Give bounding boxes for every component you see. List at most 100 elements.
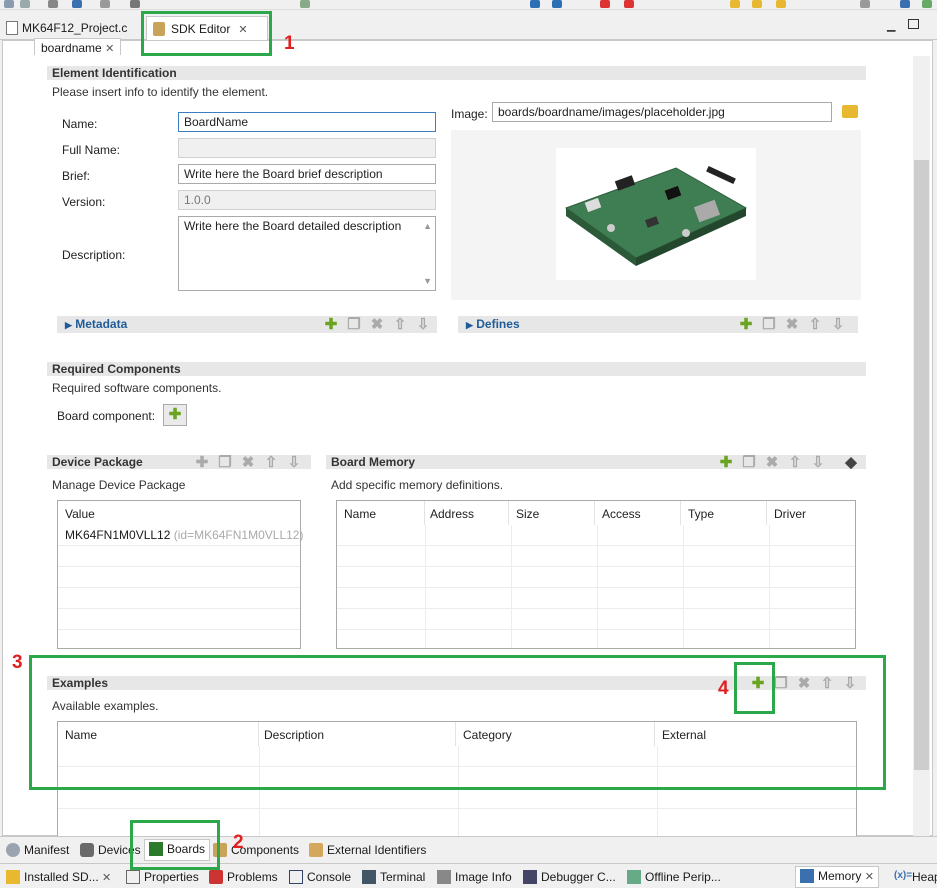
toolbar-icon[interactable] (530, 0, 540, 8)
toolbar-icon[interactable] (4, 0, 14, 8)
add-icon[interactable]: ✚ (738, 317, 754, 333)
add-icon[interactable]: ✚ (323, 317, 339, 333)
highlight-add-example-button (734, 662, 775, 714)
table-row (337, 545, 855, 566)
toolbar-icon[interactable] (130, 0, 140, 8)
move-down-icon[interactable]: ⇩ (286, 455, 302, 471)
tab-problems[interactable]: Problems (205, 868, 282, 887)
close-icon[interactable]: ✕ (105, 43, 114, 55)
scrollbar-thumb[interactable] (914, 160, 929, 770)
toolbar-icon[interactable] (72, 0, 82, 8)
copy-icon[interactable]: ❐ (346, 317, 362, 333)
board-image-area (451, 130, 861, 300)
tab-properties[interactable]: Properties (122, 868, 203, 887)
column-header-name[interactable]: Name (337, 501, 425, 525)
move-down-icon[interactable]: ⇩ (810, 455, 826, 471)
required-components-header: Required Components (47, 362, 866, 376)
close-icon[interactable]: ✕ (102, 872, 111, 884)
tab-terminal[interactable]: Terminal (358, 868, 429, 887)
memory-icon (800, 869, 814, 883)
tab-external-identifiers[interactable]: External Identifiers (305, 841, 430, 860)
delete-icon[interactable]: ✖ (764, 455, 780, 471)
toolbar-icon[interactable] (624, 0, 634, 8)
toolbar-icon[interactable] (20, 0, 30, 8)
tab-source-file[interactable]: MK64F12_Project.c (2, 16, 135, 40)
name-field[interactable]: BoardName (178, 112, 436, 132)
tab-installed-sdks[interactable]: Installed SD... ✕ (2, 868, 115, 887)
toolbar-icon[interactable] (300, 0, 310, 8)
move-up-icon[interactable]: ⇧ (263, 455, 279, 471)
tab-image-info[interactable]: Image Info (433, 868, 516, 887)
toolbar-icon[interactable] (752, 0, 762, 8)
version-label: Version: (62, 195, 106, 209)
device-package-table: Value MK64FN1M0VLL12 (id=MK64FN1M0VLL12) (57, 500, 303, 649)
move-down-icon[interactable]: ⇩ (830, 317, 846, 333)
sdk-icon (6, 870, 20, 884)
board-component-label: Board component: (57, 409, 156, 423)
toolbar-icon[interactable] (922, 0, 932, 8)
tab-debugger-console[interactable]: Debugger C... (519, 868, 620, 887)
column-header-driver[interactable]: Driver (767, 501, 855, 525)
add-board-component-button[interactable]: ✚ (163, 404, 187, 426)
table-row (58, 566, 300, 587)
copy-icon[interactable]: ❐ (741, 455, 757, 471)
column-header-value[interactable]: Value (58, 501, 300, 525)
column-header-type[interactable]: Type (681, 501, 767, 525)
move-up-icon[interactable]: ⇧ (807, 317, 823, 333)
move-up-icon[interactable]: ⇧ (392, 317, 408, 333)
element-identification-desc: Please insert info to identify the eleme… (52, 85, 269, 99)
tab-components[interactable]: Components (209, 841, 303, 860)
element-identification-header: Element Identification (47, 66, 866, 80)
copy-icon[interactable]: ❐ (217, 455, 233, 471)
toolbar-icon[interactable] (860, 0, 870, 8)
toolbar-icon[interactable] (48, 0, 58, 8)
copy-icon[interactable]: ❐ (761, 317, 777, 333)
image-path-field[interactable]: boards/boardname/images/placeholder.jpg (492, 102, 832, 122)
tab-console[interactable]: Console (285, 868, 355, 887)
properties-icon (126, 870, 140, 884)
toolbar-icon[interactable] (776, 0, 786, 8)
toolbar-icon[interactable] (100, 0, 110, 8)
brief-label: Brief: (62, 169, 91, 183)
delete-icon[interactable]: ✖ (240, 455, 256, 471)
description-field[interactable]: Write here the Board detailed descriptio… (178, 216, 436, 291)
delete-icon[interactable]: ✖ (369, 317, 385, 333)
table-row[interactable]: MK64FN1M0VLL12 (id=MK64FN1M0VLL12) (65, 528, 303, 542)
description-label: Description: (62, 248, 126, 262)
tab-boardname[interactable]: boardname ✕ (34, 38, 122, 55)
table-row (58, 545, 300, 566)
tab-offline-peripherals[interactable]: Offline Perip... (623, 868, 725, 887)
column-header-size[interactable]: Size (509, 501, 595, 525)
minimize-icon[interactable]: ▁ (887, 19, 895, 32)
maximize-icon[interactable] (908, 19, 919, 29)
debugger-icon (523, 870, 537, 884)
toolbar-icon[interactable] (600, 0, 610, 8)
table-row (337, 566, 855, 587)
move-down-icon[interactable]: ⇩ (415, 317, 431, 333)
close-icon[interactable]: ✕ (865, 871, 874, 883)
full-name-field[interactable] (178, 138, 436, 158)
board-memory-desc: Add specific memory definitions. (331, 478, 504, 492)
delete-icon[interactable]: ✖ (784, 317, 800, 333)
version-field[interactable]: 1.0.0 (178, 190, 436, 210)
device-chip-icon (80, 843, 94, 857)
column-header-access[interactable]: Access (595, 501, 681, 525)
toolbar-icon[interactable] (900, 0, 910, 8)
tab-memory[interactable]: Memory ✕ (795, 866, 879, 888)
brief-field[interactable]: Write here the Board brief description (178, 164, 436, 184)
add-icon[interactable]: ✚ (194, 455, 210, 471)
scroll-up-icon[interactable]: ▲ (423, 219, 432, 233)
toolbar-icon[interactable] (552, 0, 562, 8)
tab-heap[interactable]: (x)=Heap (890, 868, 937, 887)
table-row (58, 608, 300, 629)
folder-open-icon[interactable] (842, 105, 858, 118)
move-up-icon[interactable]: ⇧ (787, 455, 803, 471)
c-file-icon (6, 21, 18, 35)
column-header-address[interactable]: Address (423, 501, 509, 525)
memory-chip-icon[interactable]: ◆ (843, 455, 859, 471)
manifest-icon (6, 843, 20, 857)
tab-manifest[interactable]: Manifest (2, 841, 73, 860)
toolbar-icon[interactable] (730, 0, 740, 8)
add-icon[interactable]: ✚ (718, 455, 734, 471)
scroll-down-icon[interactable]: ▼ (423, 274, 432, 288)
